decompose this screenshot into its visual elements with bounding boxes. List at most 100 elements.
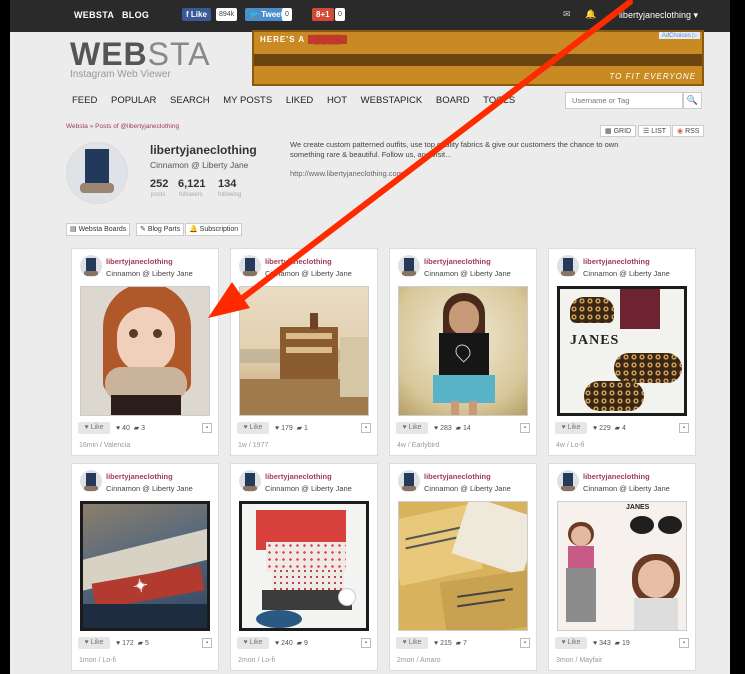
nav-feed[interactable]: FEED bbox=[72, 95, 97, 106]
post-card[interactable]: libertyjaneclothing Cinnamon @ Liberty J… bbox=[548, 463, 696, 671]
card-username[interactable]: libertyjaneclothing bbox=[424, 472, 491, 481]
post-menu-button[interactable]: ▪ bbox=[679, 638, 689, 648]
post-menu-button[interactable]: ▪ bbox=[520, 423, 530, 433]
bell-icon[interactable]: 🔔 bbox=[585, 9, 596, 20]
post-menu-button[interactable]: ▪ bbox=[202, 638, 212, 648]
post-image[interactable] bbox=[239, 501, 369, 631]
card-avatar[interactable] bbox=[80, 470, 102, 492]
card-fullname: Cinnamon @ Liberty Jane bbox=[583, 269, 670, 278]
post-caption-text: JANES bbox=[626, 504, 650, 511]
like-button[interactable]: ♥ Like bbox=[78, 637, 110, 649]
like-button[interactable]: ♥ Like bbox=[78, 422, 110, 434]
followers-count[interactable]: 6,121 bbox=[178, 178, 206, 190]
nav-tools[interactable]: TOOLS bbox=[483, 95, 515, 106]
gplus-button[interactable]: 8+1 bbox=[312, 8, 334, 21]
like-button[interactable]: ♥ Like bbox=[555, 637, 587, 649]
card-username[interactable]: libertyjaneclothing bbox=[424, 257, 491, 266]
logo-text: WEB bbox=[70, 36, 148, 72]
post-card[interactable]: libertyjaneclothing Cinnamon @ Liberty J… bbox=[548, 248, 696, 456]
subscription-button[interactable]: 🔔 Subscription bbox=[185, 223, 243, 236]
topnav-blog[interactable]: BLOG bbox=[122, 10, 149, 20]
post-card[interactable]: libertyjaneclothing Cinnamon @ Liberty J… bbox=[71, 248, 219, 456]
card-username[interactable]: libertyjaneclothing bbox=[106, 472, 173, 481]
blog-parts-button[interactable]: ✎ Blog Parts bbox=[136, 223, 185, 236]
post-menu-button[interactable]: ▪ bbox=[202, 423, 212, 433]
facebook-like-button[interactable]: f Like bbox=[182, 8, 211, 21]
nav-webstapick[interactable]: WEBSTAPICK bbox=[361, 95, 423, 106]
like-button[interactable]: ♥ Like bbox=[237, 422, 269, 434]
post-card[interactable]: libertyjaneclothing Cinnamon @ Liberty J… bbox=[71, 463, 219, 671]
search-button[interactable]: 🔍 bbox=[683, 92, 702, 109]
post-image[interactable]: JANES bbox=[557, 501, 687, 631]
websta-boards-button[interactable]: ▤ Websta Boards bbox=[66, 223, 131, 236]
comments-count: 7 bbox=[463, 640, 467, 647]
likes-count: 343 bbox=[599, 640, 611, 647]
rss-label: RSS bbox=[685, 128, 700, 135]
likes-count: 40 bbox=[122, 425, 130, 432]
post-image[interactable]: JANES bbox=[557, 286, 687, 416]
like-button-label: Like bbox=[567, 639, 581, 646]
comments-count: 3 bbox=[141, 425, 146, 432]
post-menu-button[interactable]: ▪ bbox=[361, 423, 371, 433]
comments-count: 19 bbox=[622, 640, 630, 647]
logo-text-light: STA bbox=[147, 36, 211, 72]
card-avatar[interactable] bbox=[239, 255, 261, 277]
nav-liked[interactable]: LIKED bbox=[286, 95, 313, 106]
following-label: following bbox=[218, 192, 242, 198]
card-username[interactable]: libertyjaneclothing bbox=[265, 257, 332, 266]
breadcrumb[interactable]: Websta » Posts of @libertyjaneclothing bbox=[66, 123, 179, 130]
card-avatar[interactable] bbox=[239, 470, 261, 492]
post-image[interactable] bbox=[398, 501, 528, 631]
card-username[interactable]: libertyjaneclothing bbox=[265, 472, 332, 481]
card-avatar[interactable] bbox=[80, 255, 102, 277]
post-card[interactable]: libertyjaneclothing Cinnamon @ Liberty J… bbox=[389, 463, 537, 671]
grid-view-button[interactable]: ▦ GRID bbox=[600, 125, 637, 137]
gplus-count: 0 bbox=[335, 8, 345, 21]
list-view-button[interactable]: ☰ LIST bbox=[638, 125, 672, 137]
topnav-websta[interactable]: WEBSTA bbox=[74, 10, 114, 20]
nav-popular[interactable]: POPULAR bbox=[111, 95, 156, 106]
card-username[interactable]: libertyjaneclothing bbox=[583, 257, 650, 266]
rss-button[interactable]: ◉ RSS bbox=[672, 125, 705, 137]
like-button[interactable]: ♥ Like bbox=[237, 637, 269, 649]
nav-search[interactable]: SEARCH bbox=[170, 95, 210, 106]
post-card[interactable]: libertyjaneclothing Cinnamon @ Liberty J… bbox=[230, 248, 378, 456]
post-image[interactable] bbox=[398, 286, 528, 416]
card-username[interactable]: libertyjaneclothing bbox=[583, 472, 650, 481]
card-avatar[interactable] bbox=[557, 255, 579, 277]
user-menu[interactable]: libertyjaneclothing ▾ bbox=[619, 10, 698, 21]
card-username[interactable]: libertyjaneclothing bbox=[106, 257, 173, 266]
websta-logo[interactable]: WEBSTA Instagram Web Viewer bbox=[70, 38, 211, 80]
ad-banner[interactable]: HERE'S A ████ TO FIT EVERYONE AdChoices … bbox=[252, 30, 704, 86]
like-button[interactable]: ♥ Like bbox=[396, 637, 428, 649]
post-meta: 1mon / Lo-fi bbox=[79, 657, 116, 664]
post-meta: 4w / Lo-fi bbox=[556, 442, 585, 449]
profile-website-link[interactable]: http://www.libertyjaneclothing.com/ bbox=[290, 169, 405, 178]
post-image[interactable] bbox=[80, 286, 210, 416]
post-menu-button[interactable]: ▪ bbox=[679, 423, 689, 433]
adchoices-badge[interactable]: AdChoices ▷ bbox=[658, 32, 700, 39]
mail-icon[interactable]: ✉ bbox=[563, 9, 571, 20]
post-image[interactable] bbox=[239, 286, 369, 416]
comments-count: 1 bbox=[304, 425, 308, 432]
card-avatar[interactable] bbox=[557, 470, 579, 492]
post-menu-button[interactable]: ▪ bbox=[361, 638, 371, 648]
tweet-button[interactable]: 🐦 Tweet bbox=[245, 8, 288, 21]
search-icon: 🔍 bbox=[686, 95, 699, 105]
post-card[interactable]: libertyjaneclothing Cinnamon @ Liberty J… bbox=[230, 463, 378, 671]
like-button[interactable]: ♥ Like bbox=[396, 422, 428, 434]
following-count[interactable]: 134 bbox=[218, 178, 236, 190]
post-card[interactable]: libertyjaneclothing Cinnamon @ Liberty J… bbox=[389, 248, 537, 456]
avatar-shoes bbox=[80, 183, 114, 193]
post-menu-button[interactable]: ▪ bbox=[520, 638, 530, 648]
profile-avatar[interactable] bbox=[66, 142, 128, 204]
nav-board[interactable]: BOARD bbox=[436, 95, 470, 106]
card-avatar[interactable] bbox=[398, 255, 420, 277]
likes-count: 179 bbox=[281, 425, 293, 432]
card-avatar[interactable] bbox=[398, 470, 420, 492]
search-input[interactable] bbox=[565, 92, 683, 109]
nav-my-posts[interactable]: MY POSTS bbox=[223, 95, 272, 106]
like-button[interactable]: ♥ Like bbox=[555, 422, 587, 434]
post-image[interactable]: ✦ bbox=[80, 501, 210, 631]
nav-hot[interactable]: HOT bbox=[327, 95, 347, 106]
